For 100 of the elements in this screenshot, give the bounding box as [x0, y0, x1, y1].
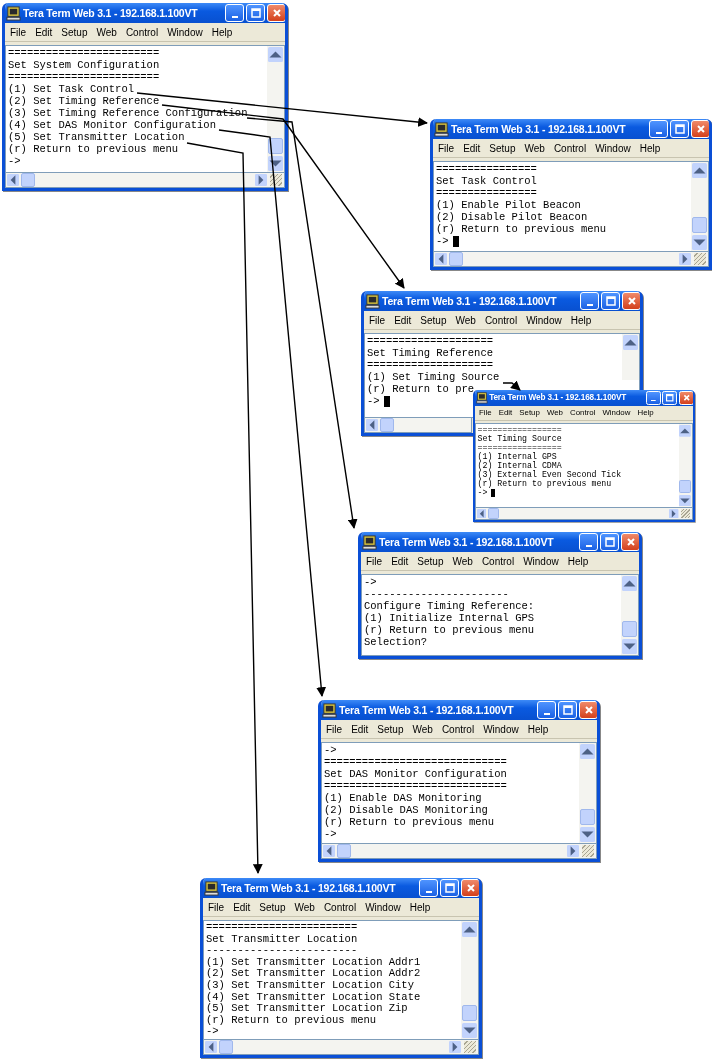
- menu-item[interactable]: Setup: [259, 901, 286, 913]
- menu-item[interactable]: Edit: [35, 26, 53, 38]
- menu-item[interactable]: Web: [96, 26, 117, 38]
- menu-item[interactable]: Setup: [417, 555, 444, 567]
- menu-item[interactable]: Edit: [498, 408, 513, 418]
- menu-item[interactable]: Setup: [489, 142, 516, 154]
- scroll-thumb[interactable]: [462, 1005, 477, 1021]
- menu-item[interactable]: File: [326, 723, 343, 735]
- menu-item[interactable]: File: [208, 901, 225, 913]
- maximize-button[interactable]: [600, 533, 619, 551]
- scroll-left-icon[interactable]: [205, 1041, 217, 1053]
- maximize-button[interactable]: [662, 390, 678, 405]
- menu-item[interactable]: Control: [553, 142, 587, 154]
- menu-item[interactable]: File: [369, 314, 386, 326]
- menu-item[interactable]: Help: [570, 314, 592, 326]
- close-button[interactable]: [678, 390, 693, 405]
- minimize-button[interactable]: [579, 533, 598, 551]
- horizontal-scrollbar[interactable]: [5, 173, 285, 188]
- vertical-scrollbar[interactable]: [621, 575, 638, 655]
- scroll-up-icon[interactable]: [462, 922, 477, 937]
- scroll-thumb[interactable]: [692, 217, 707, 233]
- minimize-button[interactable]: [419, 879, 438, 897]
- menu-item[interactable]: Control: [484, 314, 518, 326]
- resize-grip-icon[interactable]: [582, 845, 594, 857]
- scroll-thumb[interactable]: [219, 1040, 233, 1054]
- horizontal-scrollbar[interactable]: [475, 508, 693, 521]
- menu-item[interactable]: Setup: [519, 408, 540, 418]
- maximize-button[interactable]: [440, 879, 459, 897]
- horizontal-scrollbar[interactable]: [321, 844, 597, 859]
- menu-item[interactable]: File: [10, 26, 27, 38]
- vertical-scrollbar[interactable]: [579, 743, 596, 843]
- scroll-thumb[interactable]: [622, 621, 637, 637]
- menu-item[interactable]: Web: [452, 555, 473, 567]
- menu-item[interactable]: Help: [567, 555, 589, 567]
- menu-item[interactable]: Control: [570, 408, 596, 418]
- scroll-left-icon[interactable]: [435, 253, 447, 265]
- scroll-up-icon[interactable]: [623, 335, 638, 350]
- close-button[interactable]: [579, 701, 597, 719]
- vertical-scrollbar[interactable]: [461, 921, 478, 1039]
- horizontal-scrollbar[interactable]: [433, 252, 709, 267]
- maximize-button[interactable]: [601, 292, 620, 310]
- scroll-thumb[interactable]: [21, 173, 35, 187]
- scroll-left-icon[interactable]: [476, 508, 487, 519]
- minimize-button[interactable]: [537, 701, 556, 719]
- menu-item[interactable]: Window: [595, 142, 631, 154]
- menu-item[interactable]: Help: [527, 723, 549, 735]
- menu-item[interactable]: Edit: [394, 314, 412, 326]
- resize-grip-icon[interactable]: [680, 508, 691, 519]
- vertical-scrollbar[interactable]: [678, 424, 692, 508]
- scroll-up-icon[interactable]: [268, 47, 283, 62]
- minimize-button[interactable]: [649, 120, 668, 138]
- close-button[interactable]: [691, 120, 709, 138]
- vertical-scrollbar[interactable]: [267, 46, 284, 172]
- menu-item[interactable]: Control: [481, 555, 515, 567]
- menu-item[interactable]: Window: [602, 408, 631, 418]
- menu-item[interactable]: File: [478, 408, 492, 418]
- scroll-thumb[interactable]: [580, 809, 595, 825]
- menu-item[interactable]: Web: [412, 723, 433, 735]
- scroll-thumb[interactable]: [449, 252, 463, 266]
- scroll-left-icon[interactable]: [323, 845, 335, 857]
- scroll-up-icon[interactable]: [622, 576, 637, 591]
- menu-item[interactable]: Help: [211, 26, 233, 38]
- menu-item[interactable]: Window: [167, 26, 203, 38]
- minimize-button[interactable]: [580, 292, 599, 310]
- menu-item[interactable]: File: [366, 555, 383, 567]
- menu-item[interactable]: Window: [523, 555, 559, 567]
- minimize-button[interactable]: [225, 4, 244, 22]
- menu-item[interactable]: Web: [524, 142, 545, 154]
- scroll-thumb[interactable]: [268, 138, 283, 154]
- menu-item[interactable]: Edit: [463, 142, 481, 154]
- scroll-up-icon[interactable]: [679, 425, 692, 437]
- menu-item[interactable]: Window: [526, 314, 562, 326]
- menu-item[interactable]: Help: [639, 142, 661, 154]
- menu-item[interactable]: Window: [365, 901, 401, 913]
- scroll-left-icon[interactable]: [366, 419, 378, 431]
- maximize-button[interactable]: [246, 4, 265, 22]
- close-button[interactable]: [622, 292, 640, 310]
- maximize-button[interactable]: [670, 120, 689, 138]
- menu-item[interactable]: File: [438, 142, 455, 154]
- horizontal-scrollbar[interactable]: [203, 1040, 479, 1055]
- scroll-right-icon[interactable]: [669, 508, 679, 519]
- menu-item[interactable]: Help: [637, 408, 654, 418]
- menu-item[interactable]: Control: [125, 26, 159, 38]
- menu-item[interactable]: Edit: [233, 901, 251, 913]
- close-button[interactable]: [621, 533, 639, 551]
- vertical-scrollbar[interactable]: [691, 162, 708, 251]
- menu-item[interactable]: Web: [546, 408, 563, 418]
- menu-item[interactable]: Window: [483, 723, 519, 735]
- menu-item[interactable]: Edit: [391, 555, 409, 567]
- menu-item[interactable]: Setup: [61, 26, 88, 38]
- scroll-thumb[interactable]: [679, 480, 692, 494]
- close-button[interactable]: [461, 879, 479, 897]
- scroll-up-icon[interactable]: [580, 744, 595, 759]
- menu-item[interactable]: Setup: [377, 723, 404, 735]
- vertical-scrollbar[interactable]: [622, 334, 639, 380]
- menu-item[interactable]: Web: [455, 314, 476, 326]
- close-button[interactable]: [267, 4, 285, 22]
- menu-item[interactable]: Edit: [351, 723, 369, 735]
- resize-grip-icon[interactable]: [464, 1041, 476, 1053]
- scroll-thumb[interactable]: [337, 844, 351, 858]
